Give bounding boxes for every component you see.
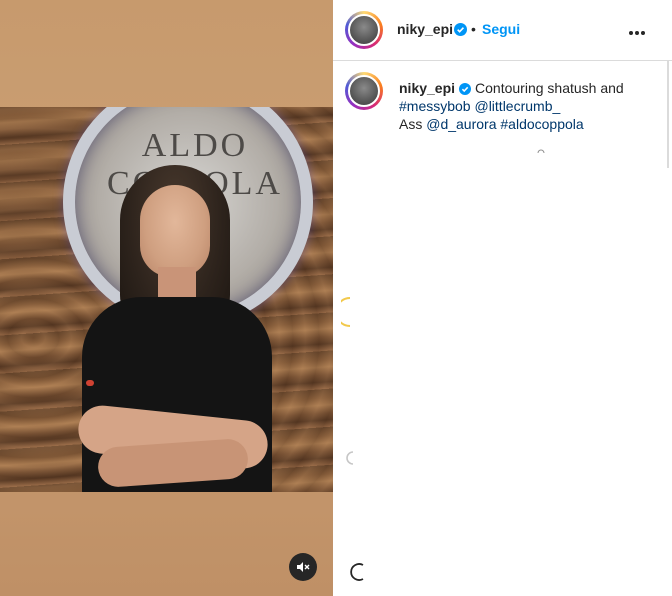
follow-button[interactable]: Segui xyxy=(482,21,520,37)
loading-spinner-icon xyxy=(537,149,545,154)
hashtag-aldocoppola[interactable]: #aldocoppola xyxy=(500,116,583,132)
scrollbar[interactable] xyxy=(667,60,669,168)
separator-dot: • xyxy=(471,21,476,37)
post-header: niky_epi • Segui xyxy=(333,0,672,61)
loading-spinner-icon xyxy=(346,451,354,465)
hashtag-messybob[interactable]: #messybob xyxy=(399,98,471,114)
caption-text-2: Ass xyxy=(399,116,423,132)
header-username[interactable]: niky_epi xyxy=(397,21,453,37)
nail-polish xyxy=(86,380,94,386)
person-face xyxy=(140,185,210,277)
caption-avatar[interactable] xyxy=(345,72,383,110)
mention-littlecrumb[interactable]: @littlecrumb_ xyxy=(474,98,560,114)
mention-d-aurora[interactable]: @d_aurora xyxy=(426,116,496,132)
speaker-muted-icon xyxy=(297,562,310,572)
caption-username[interactable]: niky_epi xyxy=(399,80,455,96)
caption-text-1: Contouring shatush and xyxy=(475,80,624,96)
video-frame[interactable]: ALDO COPPOLA xyxy=(0,107,333,492)
verified-badge-icon xyxy=(454,23,467,36)
sign-text-1: ALDO xyxy=(141,127,249,164)
avatar[interactable] xyxy=(345,11,383,49)
mute-button[interactable] xyxy=(289,553,317,581)
post-media[interactable]: ALDO COPPOLA xyxy=(0,0,333,596)
loading-spinner-icon xyxy=(341,297,351,327)
post-caption: niky_epi Contouring shatush and #messybob… xyxy=(399,79,631,133)
verified-badge-icon xyxy=(459,83,472,95)
loading-spinner-icon xyxy=(350,563,364,581)
more-options-icon[interactable] xyxy=(629,22,651,36)
post-side-panel: niky_epi • Segui niky_epi Contouring shat… xyxy=(333,0,672,596)
